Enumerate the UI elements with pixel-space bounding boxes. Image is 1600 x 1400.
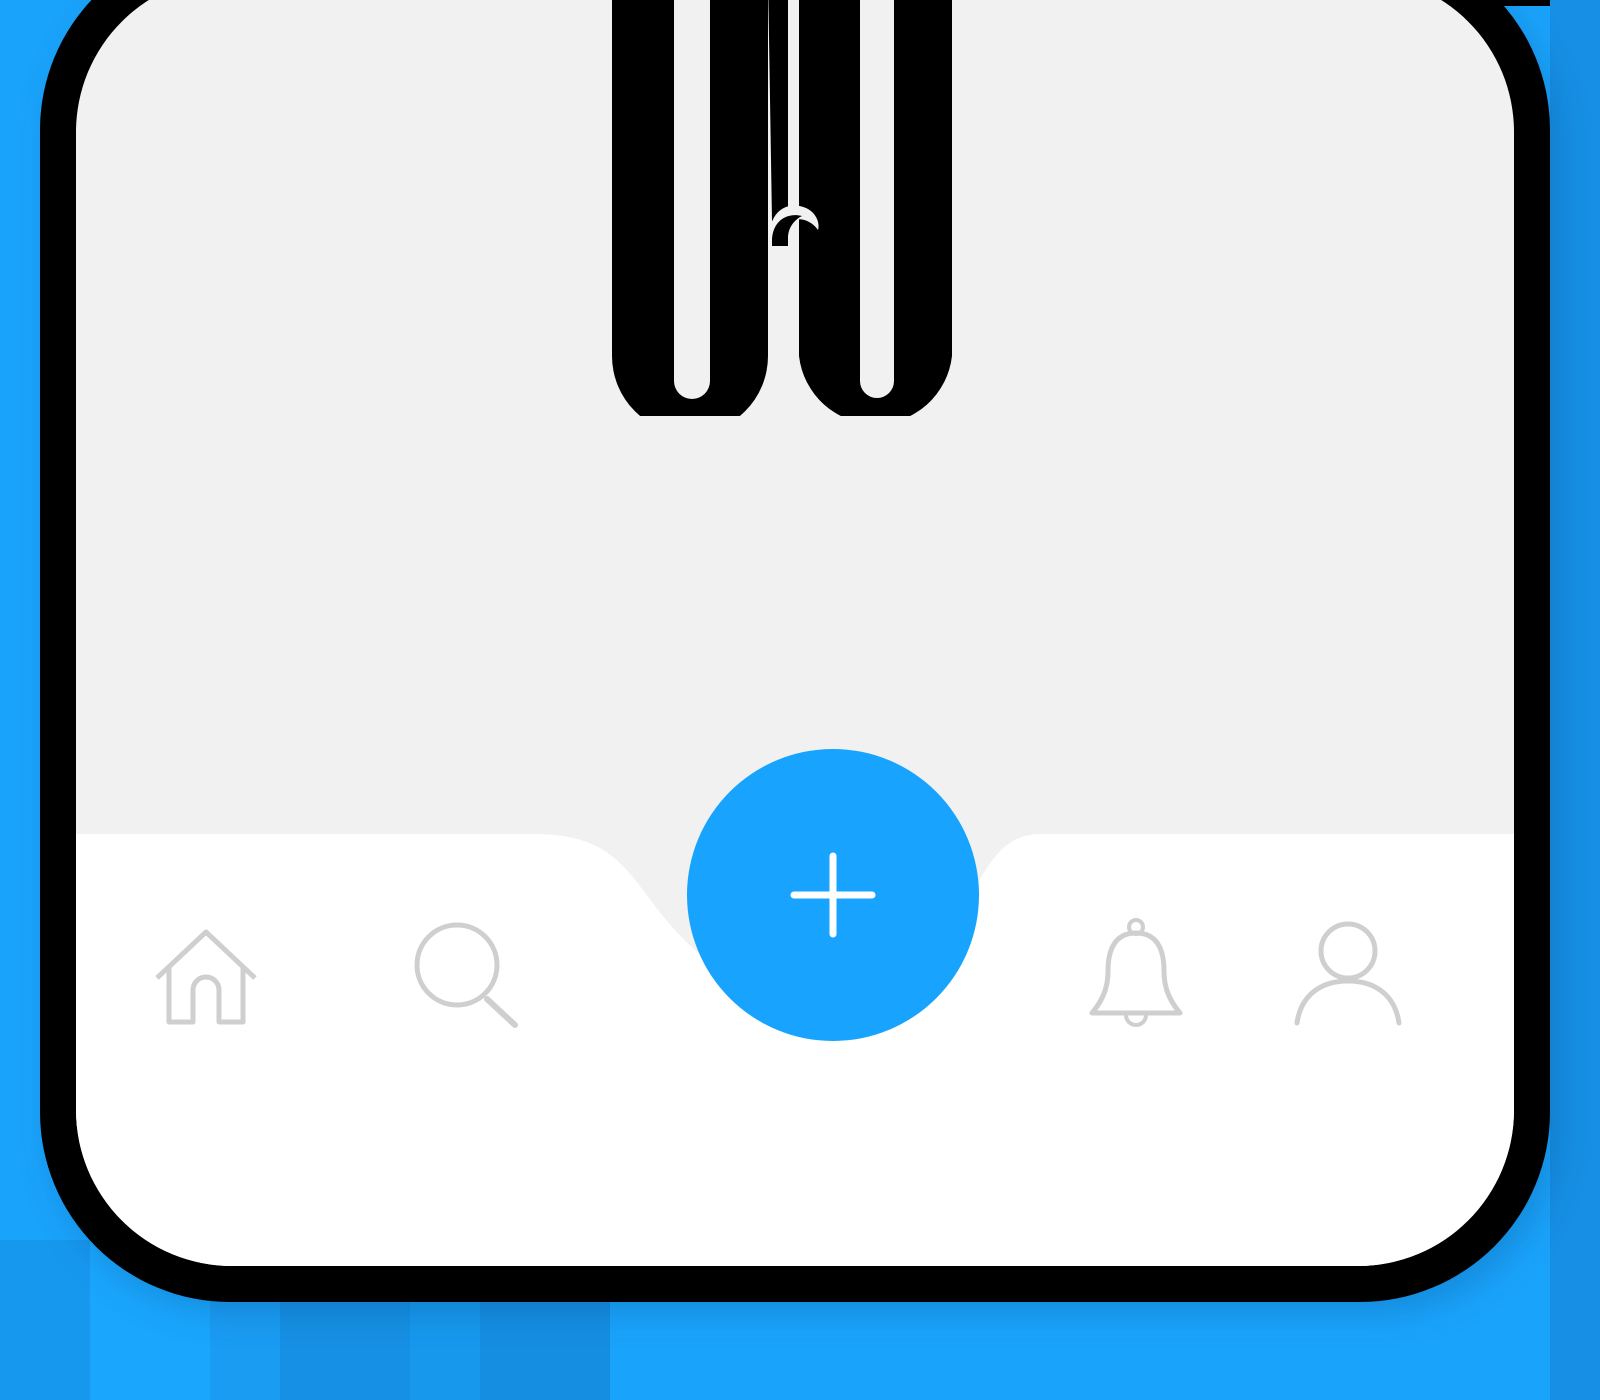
search-icon [414,922,518,1028]
add-button[interactable] [687,749,979,1041]
plus-icon [790,852,876,938]
nav-profile[interactable] [1288,914,1408,1034]
corner-mark [1484,0,1550,6]
background-stripe [0,1240,90,1400]
nav-home[interactable] [146,916,266,1036]
home-icon [155,929,257,1025]
app-screen [76,0,1514,1266]
background-stripe [1550,0,1600,1400]
user-icon [1294,921,1402,1026]
nav-search[interactable] [406,916,526,1036]
folded-hands-illustration [612,0,952,416]
bell-icon [1089,918,1183,1027]
nav-notifications[interactable] [1076,912,1196,1032]
phone-frame [40,0,1550,1302]
